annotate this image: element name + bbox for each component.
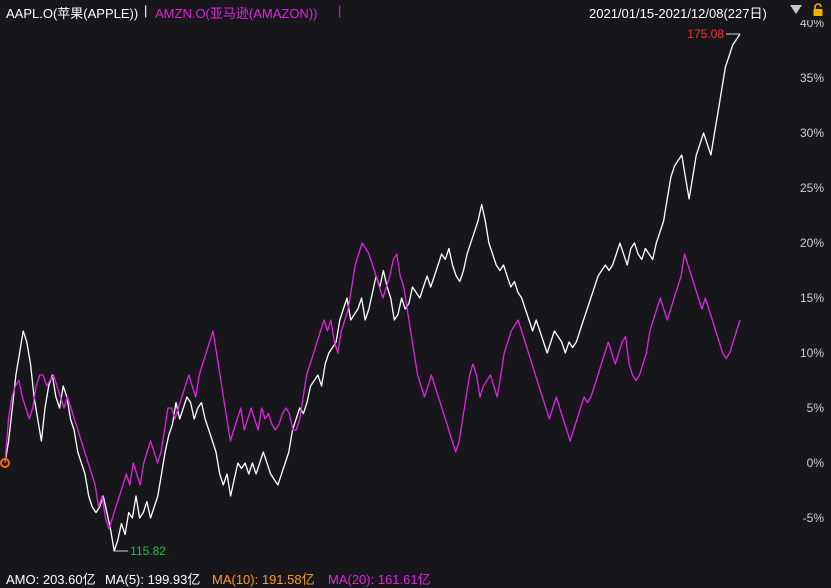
lock-icon[interactable] bbox=[812, 3, 824, 17]
legend-apple[interactable]: AAPL.O(苹果(APPLE)) bbox=[6, 3, 138, 22]
ma20-readout: MA(20): 161.61亿 bbox=[328, 572, 431, 587]
y-axis: 40%35%30%25%20%15%10%5%0%-5% bbox=[800, 16, 824, 525]
legend-separator: | bbox=[144, 3, 148, 18]
ma5-readout: MA(5): 199.93亿 bbox=[105, 572, 201, 587]
annotation-layer: 175.08 115.82 bbox=[114, 27, 740, 558]
max-value-label: 175.08 bbox=[687, 27, 724, 41]
amo-readout: AMO: 203.60亿 bbox=[6, 572, 96, 587]
date-range-label[interactable]: 2021/01/15-2021/12/08(227日) bbox=[589, 3, 767, 22]
y-tick-label: 35% bbox=[800, 71, 824, 85]
y-tick-label: -5% bbox=[803, 511, 825, 525]
apple-series-line bbox=[4, 33, 741, 552]
y-tick-label: 30% bbox=[800, 126, 824, 140]
y-tick-label: 20% bbox=[800, 236, 824, 250]
y-tick-label: 0% bbox=[807, 456, 825, 470]
chart-area: 40%35%30%25%20%15%10%5%0%-5% 175.08115.8… bbox=[0, 16, 824, 558]
legend-separator: | bbox=[338, 3, 342, 18]
volume-footer: AMO: 203.60亿 MA(5): 199.93亿 MA(10): 191.… bbox=[0, 568, 831, 587]
legend-amazon[interactable]: AMZN.O(亚马逊(AMAZON)) bbox=[155, 3, 317, 22]
dropdown-icon[interactable] bbox=[790, 5, 802, 14]
y-tick-label: 25% bbox=[800, 181, 824, 195]
y-tick-label: 10% bbox=[800, 346, 824, 360]
y-tick-label: 15% bbox=[800, 291, 824, 305]
y-tick-label: 5% bbox=[807, 401, 825, 415]
series-layer bbox=[4, 33, 741, 552]
amazon-series-line bbox=[4, 242, 741, 530]
chart-header: AAPL.O(苹果(APPLE)) | AMZN.O(亚马逊(AMAZON)) … bbox=[0, 0, 831, 22]
min-value-label: 115.82 bbox=[130, 544, 166, 558]
ma10-readout: MA(10): 191.58亿 bbox=[212, 572, 315, 587]
